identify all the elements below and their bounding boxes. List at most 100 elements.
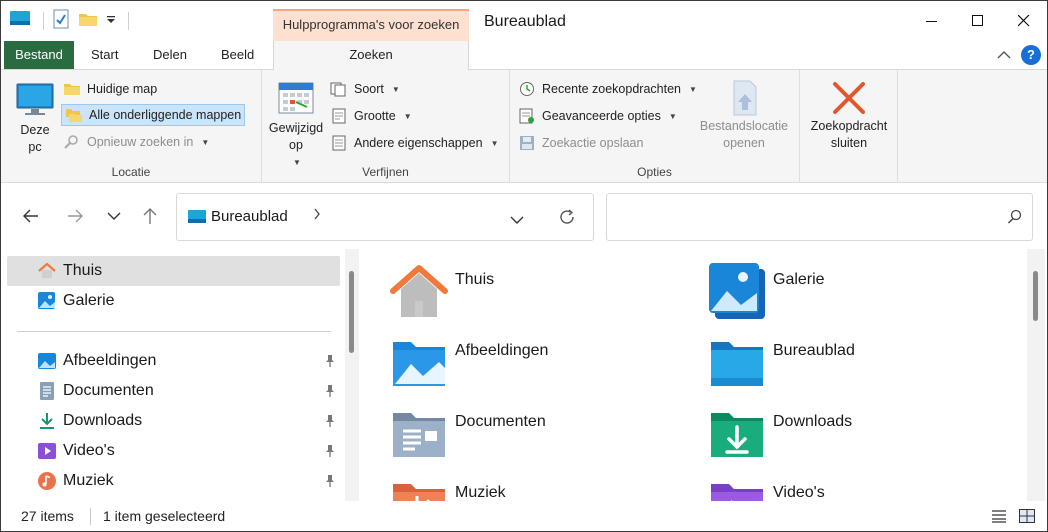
advanced-options-icon: [519, 108, 534, 124]
search-box[interactable]: [606, 193, 1033, 241]
properties-icon[interactable]: [52, 9, 70, 32]
tile-pictures[interactable]: Afbeeldingen: [387, 330, 548, 394]
search-icon[interactable]: [1007, 209, 1023, 228]
navigation-row: Bureaublad: [1, 183, 1047, 249]
monitor-icon: [16, 83, 54, 115]
close-search-button[interactable]: Zoekopdracht sluiten: [802, 78, 896, 152]
tab-search[interactable]: Zoeken: [273, 41, 469, 70]
collapse-ribbon-icon[interactable]: [997, 48, 1011, 63]
nav-item-home[interactable]: Thuis: [7, 256, 340, 286]
tile-documents[interactable]: Documenten: [387, 401, 546, 465]
breadcrumb-chevron-icon[interactable]: [313, 208, 321, 223]
kind-button[interactable]: Soort ▼: [330, 78, 400, 100]
up-button[interactable]: [138, 205, 162, 227]
size-label: Grootte: [354, 109, 396, 123]
folder-icon: [64, 84, 80, 95]
pin-icon[interactable]: [324, 414, 336, 433]
pin-icon[interactable]: [324, 474, 336, 493]
all-subfolders-label: Alle onderliggende mappen: [89, 108, 242, 122]
back-button[interactable]: [19, 205, 43, 227]
scrollbar-thumb[interactable]: [349, 271, 354, 353]
customize-qat-icon[interactable]: [106, 13, 116, 28]
content-pane: Thuis Galerie Afbeeldingen Bureaublad Do…: [359, 249, 1047, 501]
nav-item-label: Galerie: [63, 292, 115, 309]
tab-share[interactable]: Delen: [153, 41, 187, 69]
ribbon-group-options: Recente zoekopdrachten ▼ Geavanceerde op…: [510, 70, 800, 183]
scrollbar-thumb[interactable]: [1033, 271, 1038, 321]
nav-item-music[interactable]: Muziek: [7, 466, 340, 496]
close-button[interactable]: [1001, 1, 1047, 41]
nav-item-label: Documenten: [63, 382, 154, 399]
other-properties-button[interactable]: Andere eigenschappen ▼: [330, 132, 499, 154]
nav-item-label: Video's: [63, 442, 115, 459]
gallery-icon: [705, 259, 769, 323]
tile-gallery[interactable]: Galerie: [705, 259, 825, 323]
tab-view[interactable]: Beeld: [221, 41, 254, 69]
nav-pane-scrollbar[interactable]: [345, 249, 359, 501]
selection-count: 1 item geselecteerd: [103, 508, 226, 524]
tile-videos[interactable]: Video's: [705, 472, 825, 501]
nav-item-documents[interactable]: Documenten: [7, 376, 340, 406]
nav-item-videos[interactable]: Video's: [7, 436, 340, 466]
all-subfolders-button[interactable]: Alle onderliggende mappen: [61, 104, 246, 126]
details-view-icon[interactable]: [991, 509, 1007, 526]
refresh-icon[interactable]: [558, 208, 576, 229]
tile-desktop[interactable]: Bureaublad: [705, 330, 855, 394]
chevron-down-icon: [107, 212, 121, 220]
downloads-folder-icon: [705, 401, 769, 465]
nav-item-gallery[interactable]: Galerie: [7, 286, 340, 316]
videos-folder-icon: [705, 472, 769, 501]
help-icon[interactable]: ?: [1021, 45, 1041, 65]
title-bar: Hulpprogramma's voor zoeken Bureaublad: [1, 1, 1047, 41]
content-pane-scrollbar[interactable]: [1027, 249, 1045, 501]
open-file-location-button[interactable]: Bestandslocatie openen: [694, 78, 794, 152]
pin-icon[interactable]: [324, 384, 336, 403]
tile-label: Documenten: [455, 413, 546, 430]
large-icons-view-icon[interactable]: [1019, 509, 1035, 526]
ribbon: Deze pc Huidige map Alle onderliggende m…: [1, 69, 1047, 183]
maximize-icon: [972, 15, 983, 26]
recent-searches-button[interactable]: Recente zoekopdrachten ▼: [518, 78, 697, 100]
item-count: 27 items: [21, 508, 74, 524]
forward-button[interactable]: [63, 205, 87, 227]
address-bar[interactable]: Bureaublad: [176, 193, 594, 241]
chevron-down-icon: ▼: [403, 111, 412, 121]
open-location-icon: [733, 80, 757, 116]
pin-icon[interactable]: [324, 444, 336, 463]
calendar-icon: [278, 82, 314, 114]
minimize-button[interactable]: [909, 1, 955, 41]
maximize-button[interactable]: [955, 1, 1001, 41]
current-folder-button[interactable]: Huidige map: [63, 78, 157, 100]
tile-label: Bureaublad: [773, 342, 855, 359]
download-icon: [37, 411, 57, 431]
qat-separator-2: [128, 11, 129, 30]
pin-icon[interactable]: [324, 354, 336, 373]
this-pc-button[interactable]: Deze pc: [13, 82, 57, 156]
date-modified-button[interactable]: Gewijzigd op ▼: [264, 78, 328, 171]
advanced-options-button[interactable]: Geavanceerde opties ▼: [518, 105, 677, 127]
nav-item-label: Muziek: [63, 472, 114, 489]
gallery-icon: [37, 291, 57, 311]
recent-locations-button[interactable]: [102, 205, 126, 227]
address-path[interactable]: Bureaublad: [211, 208, 288, 225]
new-folder-icon[interactable]: [78, 10, 98, 31]
nav-item-downloads[interactable]: Downloads: [7, 406, 340, 436]
location-group-label: Locatie: [111, 165, 151, 179]
search-tools-context-tab[interactable]: Hulpprogramma's voor zoeken: [273, 9, 469, 41]
tab-start[interactable]: Start: [91, 41, 118, 69]
save-search-button[interactable]: Zoekactie opslaan: [518, 132, 643, 154]
tile-music[interactable]: Muziek: [387, 472, 506, 501]
tab-file[interactable]: Bestand: [4, 41, 74, 69]
size-button[interactable]: Grootte ▼: [330, 105, 412, 127]
address-dropdown-icon[interactable]: [510, 213, 524, 228]
search-again-in-label: Opnieuw zoeken in: [87, 135, 194, 149]
tile-downloads[interactable]: Downloads: [705, 401, 852, 465]
minimize-icon: [926, 21, 937, 22]
search-again-in-button[interactable]: Opnieuw zoeken in ▼: [63, 131, 209, 153]
search-input[interactable]: [615, 206, 995, 228]
tile-home[interactable]: Thuis: [387, 259, 494, 323]
nav-item-pictures[interactable]: Afbeeldingen: [7, 346, 340, 376]
home-icon: [37, 261, 57, 281]
ribbon-group-refine: Gewijzigd op ▼ Soort ▼ Grootte ▼ Andere …: [262, 70, 510, 183]
window-title: Bureaublad: [484, 13, 566, 30]
